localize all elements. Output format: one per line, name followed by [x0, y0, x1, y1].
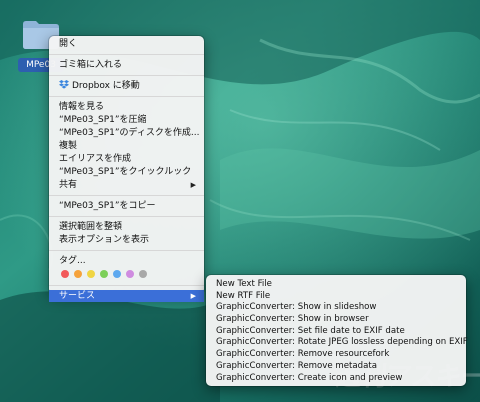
separator — [49, 195, 204, 196]
menu-item-dropbox[interactable]: Dropbox に移動 — [49, 80, 204, 92]
menu-item-quicklook-label: “MPe03_SP1”をクイックルック — [59, 167, 192, 177]
tag-color-dot[interactable] — [87, 270, 95, 278]
menu-item-services-label: サービス — [59, 291, 96, 301]
menu-item-compress[interactable]: “MPe03_SP1”を圧縮 — [49, 114, 204, 126]
menu-item-duplicate-label: 複製 — [59, 141, 78, 151]
menu-item-share-label: 共有 — [59, 180, 78, 190]
menu-item-share[interactable]: 共有 ▶ — [49, 179, 204, 191]
menu-item-quicklook[interactable]: “MPe03_SP1”をクイックルック — [49, 166, 204, 178]
menu-item-tags-label: タグ... — [59, 256, 86, 266]
services-menu-item[interactable]: New RTF File — [206, 291, 466, 303]
services-menu-item[interactable]: GraphicConverter: Show in browser — [206, 314, 466, 326]
tag-color-row — [49, 267, 204, 281]
submenu-arrow-icon: ▶ — [190, 292, 196, 300]
tag-color-dot[interactable] — [113, 270, 121, 278]
services-menu-item[interactable]: GraphicConverter: Remove metadata — [206, 361, 466, 373]
menu-item-make-alias-label: エイリアスを作成 — [59, 154, 132, 164]
tag-color-dot[interactable] — [139, 270, 147, 278]
separator — [49, 96, 204, 97]
menu-item-open-label: 開く — [59, 39, 78, 49]
menu-item-get-info-label: 情報を見る — [59, 102, 105, 112]
separator — [49, 54, 204, 55]
menu-item-get-info[interactable]: 情報を見る — [49, 101, 204, 113]
menu-item-copy-label: “MPe03_SP1”をコピー — [59, 201, 156, 211]
menu-item-burn-disc[interactable]: “MPe03_SP1”のディスクを作成... — [49, 127, 204, 139]
separator — [49, 250, 204, 251]
menu-item-burn-disc-label: “MPe03_SP1”のディスクを作成... — [59, 128, 200, 138]
menu-item-make-alias[interactable]: エイリアスを作成 — [49, 153, 204, 165]
separator — [49, 75, 204, 76]
services-menu-item[interactable]: GraphicConverter: Show in slideshow — [206, 302, 466, 314]
menu-item-view-options[interactable]: 表示オプションを表示 — [49, 234, 204, 246]
menu-item-services[interactable]: サービス ▶ — [49, 290, 204, 302]
menu-item-duplicate[interactable]: 複製 — [49, 140, 204, 152]
services-menu-item[interactable]: GraphicConverter: Rotate JPEG lossless d… — [206, 337, 468, 349]
services-menu-item[interactable]: GraphicConverter: Create icon and previe… — [206, 373, 466, 385]
tag-color-dot[interactable] — [61, 270, 69, 278]
menu-item-open[interactable]: 開く — [49, 38, 204, 50]
menu-item-view-options-label: 表示オプションを表示 — [59, 235, 150, 245]
menu-item-clean-up[interactable]: 選択範囲を整頓 — [49, 221, 204, 233]
menu-item-trash[interactable]: ゴミ箱に入れる — [49, 59, 204, 71]
dropbox-icon — [59, 80, 69, 89]
separator — [49, 216, 204, 217]
menu-item-compress-label: “MPe03_SP1”を圧縮 — [59, 115, 147, 125]
services-menu-item[interactable]: New Text File — [206, 279, 466, 291]
menu-item-clean-up-label: 選択範囲を整頓 — [59, 222, 123, 232]
menu-item-tags[interactable]: タグ... — [49, 255, 204, 267]
services-menu-item[interactable]: GraphicConverter: Remove resourcefork — [206, 349, 466, 361]
submenu-arrow-icon: ▶ — [190, 181, 196, 189]
context-menu: 開く ゴミ箱に入れる Dropbox に移動 情報を見る “MPe03_SP1”… — [49, 36, 204, 302]
menu-item-copy[interactable]: “MPe03_SP1”をコピー — [49, 200, 204, 212]
separator — [49, 285, 204, 286]
tag-color-dot[interactable] — [74, 270, 82, 278]
menu-item-trash-label: ゴミ箱に入れる — [59, 60, 123, 70]
menu-item-dropbox-label: Dropbox に移動 — [72, 81, 140, 91]
tag-color-dot[interactable] — [126, 270, 134, 278]
tag-color-dot[interactable] — [100, 270, 108, 278]
services-menu-item[interactable]: GraphicConverter: Set file date to EXIF … — [206, 326, 466, 338]
services-submenu: New Text File New RTF File GraphicConverte… — [206, 275, 468, 386]
